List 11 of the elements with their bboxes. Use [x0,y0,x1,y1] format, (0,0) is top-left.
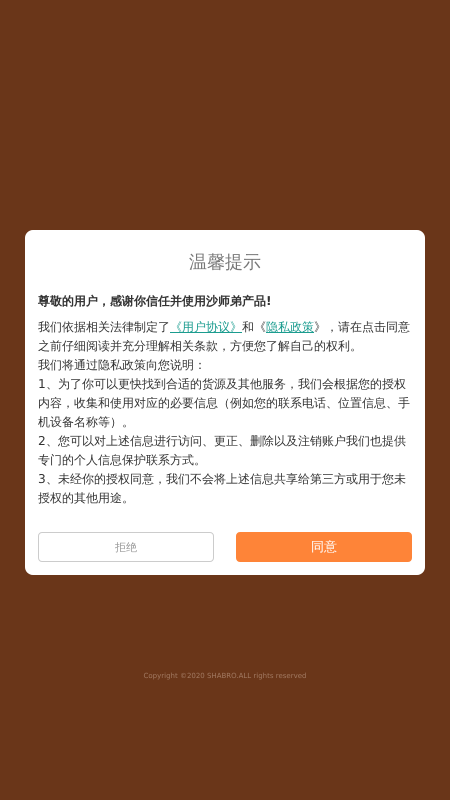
greeting-text: 尊敬的用户，感谢你信任并使用沙师弟产品! [38,293,273,310]
policy-text: 1、为了你可以更快找到合适的货源及其他服务，我们会根据您的授权内容，收集和使用对应的必要信息（例如您的联系电话、位置信息、手机设备名称等）。 [38,376,411,431]
policy-paragraph: 我们依据相关法律制定了《用户协议》和《隐私政策》，请在点击同意之前仔细阅读并充分理解相关条款，方便您了解自己的权利。 [38,319,411,355]
decline-button[interactable]: 拒绝 [38,532,214,562]
policy-text: 2、您可以对上述信息进行访问、更正、删除以及注销账户我们也提供专门的个人信息保护联系方式。 [38,433,407,469]
policy-text: 我们将通过隐私政策向您说明： [38,357,207,374]
policy-text: 3、未经你的授权同意，我们不会将上述信息共享给第三方或用于您未授权的其他用途。 [38,471,407,507]
policy-link[interactable]: 隐私政策 [266,320,314,334]
policy-link[interactable]: 《用户协议》 [170,320,242,334]
agree-button[interactable]: 同意 [236,532,412,562]
dialog-title: 温馨提示 [188,251,262,274]
